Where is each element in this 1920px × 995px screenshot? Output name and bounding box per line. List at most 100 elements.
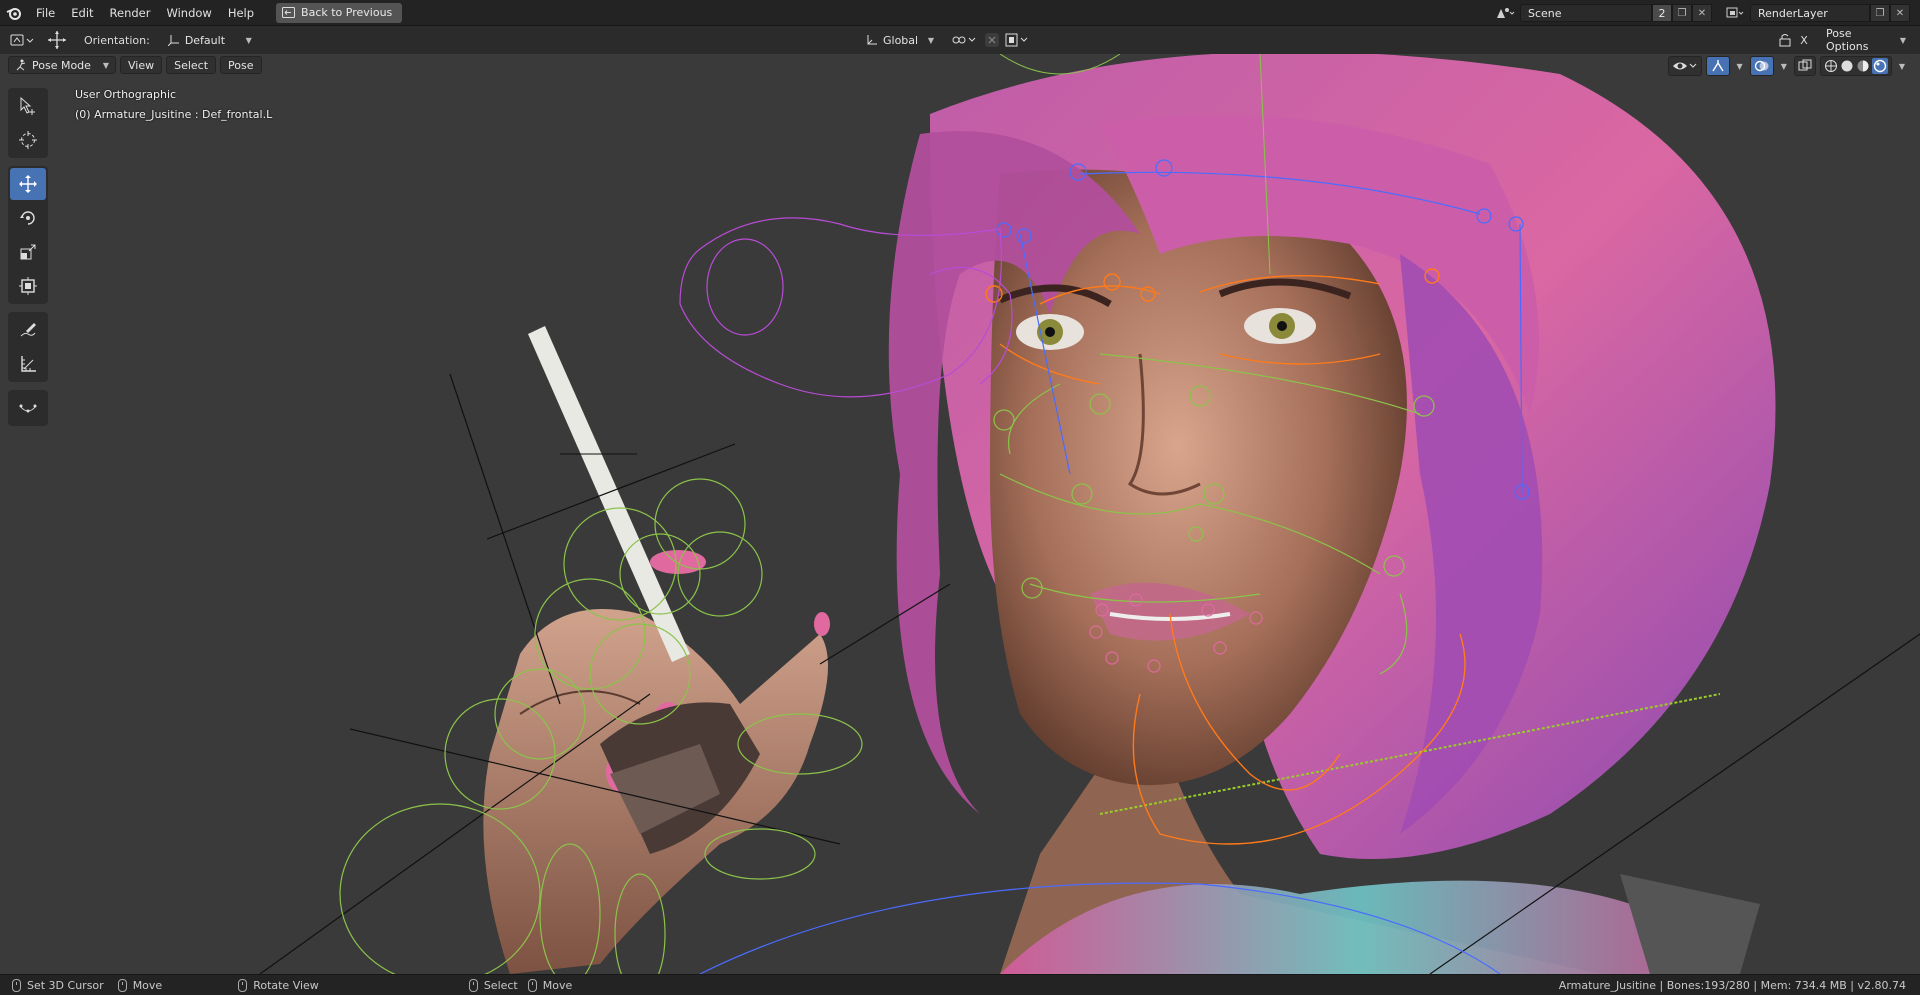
gizmo-dropdown[interactable]: ▼	[1734, 56, 1746, 76]
x-mirror-toggle[interactable]: X	[1796, 30, 1812, 50]
overlays-toggle[interactable]	[1749, 56, 1774, 76]
overlays-icon	[1754, 60, 1769, 72]
material-shading-icon	[1857, 60, 1869, 72]
back-to-previous-button[interactable]: Back to Previous	[276, 2, 403, 23]
status-hint-rotate-view: Rotate View	[238, 978, 319, 992]
pose-mode-icon	[16, 59, 26, 71]
wireframe-shading-icon	[1824, 60, 1837, 72]
rendered-shading-icon	[1873, 59, 1887, 73]
transform-space-dropdown[interactable]: Global ▼	[860, 30, 940, 50]
status-hint-select: Select	[468, 978, 518, 992]
transform-tool-icon[interactable]	[10, 270, 46, 302]
mouse-left-drag-icon	[527, 978, 537, 992]
close-scene-icon[interactable]: ✕	[1692, 4, 1712, 22]
annotate-tool-icon[interactable]	[10, 314, 46, 346]
menu-file[interactable]: File	[28, 0, 63, 26]
transform-gizmo-icon[interactable]	[46, 30, 68, 50]
select-tool-icon[interactable]	[10, 90, 46, 122]
close-layer-icon[interactable]: ✕	[1890, 4, 1910, 22]
viewport-menu-pose[interactable]: Pose	[220, 56, 262, 74]
global-axis-icon	[867, 35, 877, 45]
status-hint-label: Move	[132, 978, 163, 992]
shading-mode-group[interactable]	[1819, 56, 1892, 76]
status-hint-label: Move	[542, 978, 573, 992]
menu-edit[interactable]: Edit	[63, 0, 101, 26]
scene-icon[interactable]	[1490, 3, 1520, 23]
blender-logo-icon[interactable]	[0, 0, 28, 26]
pose-options-label: Pose Options	[1826, 27, 1869, 53]
duplicate-layer-icon[interactable]: ❐	[1870, 4, 1890, 22]
tool-group-transform	[8, 166, 48, 304]
menu-render[interactable]: Render	[102, 0, 159, 26]
rotate-tool-icon[interactable]	[10, 202, 46, 234]
orientation-value: Default	[184, 33, 226, 47]
tool-group-pose	[8, 390, 48, 426]
scale-tool-icon[interactable]	[10, 236, 46, 268]
menu-window[interactable]: Window	[158, 0, 219, 26]
mode-value: Pose Mode	[32, 58, 91, 72]
overlays-dropdown[interactable]: ▼	[1778, 56, 1790, 76]
scene-selector-area: Scene 2 ❐ ✕ RenderLayer ❐ ✕	[1490, 0, 1920, 26]
3d-viewport[interactable]: Pose Mode ▼ View Select Pose User Orthog…	[0, 54, 1920, 974]
status-bar: Set 3D Cursor Move Rotate View Select Mo…	[0, 974, 1920, 995]
scene-name-field[interactable]: Scene	[1520, 4, 1652, 22]
status-hint-set-cursor: Set 3D Cursor	[12, 978, 104, 992]
mouse-left-icon	[12, 978, 21, 992]
mouse-left-icon	[468, 978, 478, 992]
scene-user-count: 2	[1652, 4, 1672, 22]
duplicate-scene-icon[interactable]: ❐	[1672, 4, 1692, 22]
chevron-down-icon: ▼	[1736, 61, 1743, 71]
cursor-tool-icon[interactable]	[10, 124, 46, 156]
mode-dropdown[interactable]: Pose Mode ▼	[8, 56, 116, 74]
measure-tool-icon[interactable]	[10, 348, 46, 380]
active-object-info: (0) Armature_Jusitine : Def_frontal.L	[75, 108, 273, 121]
xray-toggle[interactable]	[1793, 56, 1816, 76]
tool-shelf	[8, 88, 48, 432]
visibility-dropdown[interactable]	[1667, 56, 1702, 76]
chevron-down-icon: ▼	[1898, 61, 1905, 71]
scene-statistics: Armature_Jusitine | Bones:193/280 | Mem:…	[1558, 978, 1906, 992]
chevron-down-icon: ▼	[927, 35, 934, 45]
mouse-middle-icon	[238, 978, 248, 992]
chevron-down-icon: ▼	[102, 60, 109, 70]
snap-icon[interactable]	[984, 30, 1000, 50]
status-hint-label: Rotate View	[253, 978, 319, 992]
viewport-menu-select[interactable]: Select	[166, 56, 217, 74]
pivot-point-icon[interactable]	[950, 30, 978, 50]
orientation-dropdown[interactable]: Default ▼	[161, 30, 258, 50]
menu-help[interactable]: Help	[220, 0, 262, 26]
tool-group-annotate	[8, 312, 48, 382]
solid-shading-icon	[1841, 60, 1853, 72]
axis-icon	[167, 35, 179, 46]
chevron-down-icon: ▼	[1780, 61, 1787, 71]
gizmo-toggle[interactable]	[1705, 56, 1730, 76]
xray-icon	[1798, 59, 1812, 71]
status-hint-move: Move	[117, 978, 163, 992]
top-menu-bar: File Edit Render Window Help Back to Pre…	[0, 0, 1920, 26]
status-hint-label: Select	[483, 978, 518, 992]
lock-icon[interactable]	[1778, 30, 1792, 50]
viewport-mode-row: Pose Mode ▼ View Select Pose	[8, 56, 262, 74]
status-hint-move-2: Move	[527, 978, 573, 992]
render-layer-field[interactable]: RenderLayer	[1750, 4, 1870, 22]
gizmo-icon	[1711, 60, 1724, 72]
editor-type-icon[interactable]	[10, 30, 36, 50]
orientation-label: Orientation:	[84, 33, 150, 47]
proportional-edit-icon[interactable]	[1004, 30, 1032, 50]
shading-dropdown[interactable]: ▼	[1896, 56, 1908, 76]
rendered-shading-button[interactable]	[1871, 58, 1888, 74]
move-tool-icon[interactable]	[10, 168, 46, 200]
back-to-previous-label: Back to Previous	[301, 6, 393, 19]
view-name: User Orthographic	[75, 88, 177, 101]
viewport-scene-render	[0, 54, 1920, 974]
viewport-header: Orientation: Default ▼ Global ▼ X Pose O…	[0, 26, 1920, 54]
chevron-down-icon: ▼	[245, 35, 252, 45]
viewport-shading-controls: ▼ ▼ ▼	[1667, 56, 1908, 76]
chevron-down-icon: ▼	[1899, 35, 1906, 45]
relax-pose-tool-icon[interactable]	[10, 392, 46, 424]
viewport-menu-view[interactable]: View	[120, 56, 163, 74]
pose-options-dropdown[interactable]: Pose Options ▼	[1820, 27, 1912, 53]
eye-icon	[1672, 62, 1696, 70]
render-layer-icon[interactable]	[1720, 3, 1750, 23]
mouse-middle-icon	[117, 978, 127, 992]
